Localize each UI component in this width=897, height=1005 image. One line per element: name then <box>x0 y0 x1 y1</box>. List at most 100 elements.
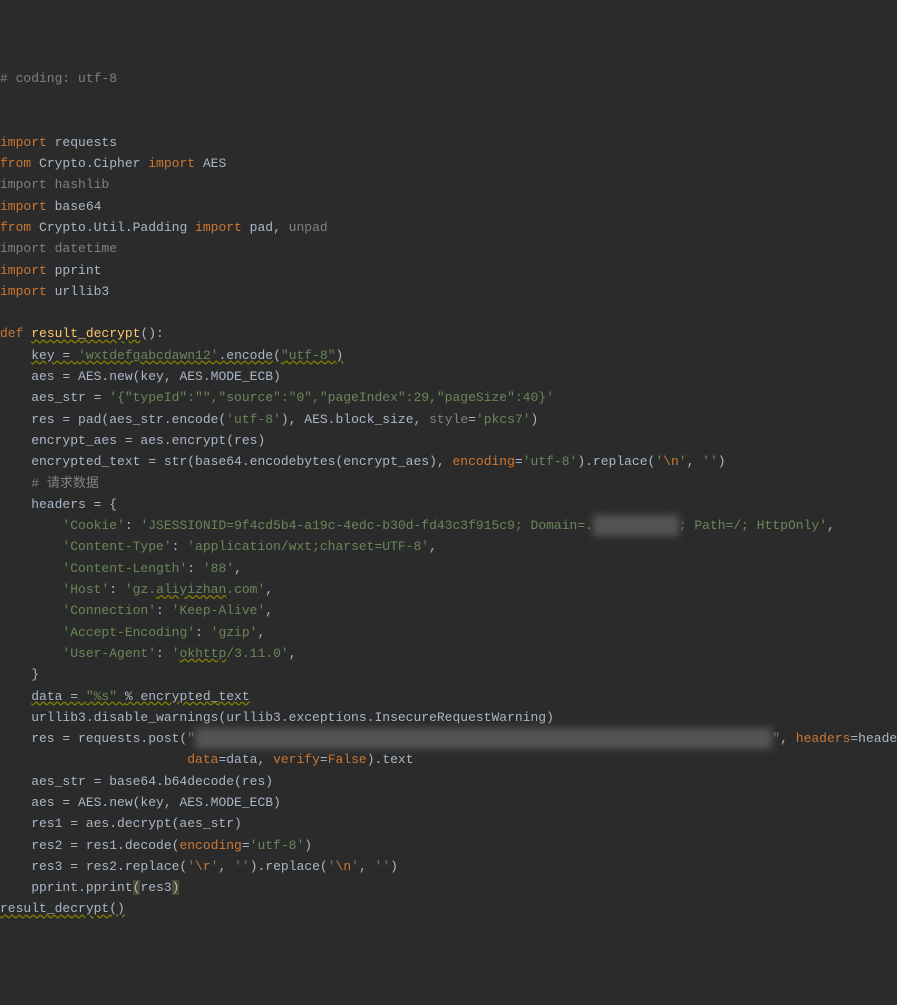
code-token: ( <box>133 880 141 895</box>
code-token: def <box>0 326 31 341</box>
code-line[interactable]: res = requests.post("xxxxxxxxxxxxxxxxxxx… <box>0 728 897 749</box>
code-token: ) <box>718 454 726 469</box>
code-token: res = requests.post( <box>0 731 187 746</box>
code-token <box>0 561 62 576</box>
code-line[interactable]: 'User-Agent': 'okhttp/3.11.0', <box>0 643 897 664</box>
code-line[interactable]: res1 = aes.decrypt(aes_str) <box>0 813 897 834</box>
code-token: : <box>156 646 172 661</box>
code-line[interactable]: import requests <box>0 132 897 153</box>
code-line[interactable]: 'Accept-Encoding': 'gzip', <box>0 622 897 643</box>
code-line[interactable]: # 请求数据 <box>0 473 897 494</box>
code-line[interactable]: encrypt_aes = aes.encrypt(res) <box>0 430 897 451</box>
code-line[interactable]: res2 = res1.decode(encoding='utf-8') <box>0 835 897 856</box>
code-token <box>0 476 31 491</box>
code-token: Crypto.Cipher <box>39 156 148 171</box>
code-token: '' <box>375 859 391 874</box>
code-token: pprint <box>55 263 102 278</box>
code-line[interactable]: 'Host': 'gz.aliyizhan.com', <box>0 579 897 600</box>
code-line[interactable] <box>0 110 897 131</box>
code-line[interactable]: res3 = res2.replace('\r', '').replace('\… <box>0 856 897 877</box>
code-line[interactable]: key = 'wxtdefgabcdawn12'.encode("utf-8") <box>0 345 897 366</box>
code-line[interactable]: 'Content-Type': 'application/wxt;charset… <box>0 536 897 557</box>
code-line[interactable]: urllib3.disable_warnings(urllib3.excepti… <box>0 707 897 728</box>
code-token: headers = { <box>0 497 117 512</box>
code-token: ) <box>304 838 312 853</box>
code-token: ' <box>655 454 663 469</box>
code-line[interactable]: result_decrypt() <box>0 898 897 919</box>
code-line[interactable]: import datetime <box>0 238 897 259</box>
code-token: ' <box>211 859 219 874</box>
code-line[interactable]: import urllib3 <box>0 281 897 302</box>
code-line[interactable]: 'Cookie': 'JSESSIONID=9f4cd5b4-a19c-4edc… <box>0 515 897 536</box>
code-token: base64 <box>55 199 102 214</box>
code-token: , <box>289 412 305 427</box>
code-token: from <box>0 156 39 171</box>
code-line[interactable]: aes = AES.new(key, AES.MODE_ECB) <box>0 366 897 387</box>
code-token: result_decrypt() <box>0 901 125 916</box>
code-token: : <box>187 561 203 576</box>
code-token: ' <box>187 859 195 874</box>
code-line[interactable]: data = "%s" % encrypted_text <box>0 686 897 707</box>
code-token: /3.11.0' <box>226 646 288 661</box>
code-line[interactable] <box>0 89 897 110</box>
code-token: 'gzip' <box>211 625 258 640</box>
code-token: data = <box>31 689 86 704</box>
code-token: : <box>172 539 188 554</box>
code-token: xxxxxxxxxxx <box>593 515 679 536</box>
code-token <box>0 625 62 640</box>
code-line[interactable] <box>0 302 897 323</box>
code-line[interactable]: 'Connection': 'Keep-Alive', <box>0 600 897 621</box>
code-token: ).replace( <box>577 454 655 469</box>
code-token: 'pkcs7' <box>476 412 531 427</box>
code-line[interactable]: from Crypto.Cipher import AES <box>0 153 897 174</box>
code-line[interactable]: import hashlib <box>0 174 897 195</box>
code-line[interactable]: aes_str = base64.b64decode(res) <box>0 771 897 792</box>
code-line[interactable]: aes = AES.new(key, AES.MODE_ECB) <box>0 792 897 813</box>
code-token: =headers <box>850 731 897 746</box>
code-token: 'application/wxt;charset=UTF-8' <box>187 539 429 554</box>
code-token: AES.MODE_ECB) <box>179 795 280 810</box>
code-token: "%s" <box>86 689 125 704</box>
code-token: res3 <box>140 880 171 895</box>
code-token: ' <box>351 859 359 874</box>
code-line[interactable]: 'Content-Length': '88', <box>0 558 897 579</box>
code-token: ) <box>336 348 344 363</box>
code-line[interactable]: res = pad(aes_str.encode('utf-8'), AES.b… <box>0 409 897 430</box>
code-token: .encode <box>218 348 273 363</box>
code-line[interactable]: pprint.pprint(res3) <box>0 877 897 898</box>
code-token: urllib3.disable_warnings(urllib3.excepti… <box>0 710 554 725</box>
code-token: aes = AES.new(key <box>0 795 164 810</box>
code-token: False <box>328 752 367 767</box>
code-token: .com' <box>226 582 265 597</box>
code-token: 'utf-8' <box>523 454 578 469</box>
code-line[interactable]: encrypted_text = str(base64.encodebytes(… <box>0 451 897 472</box>
code-line[interactable]: headers = { <box>0 494 897 515</box>
code-line[interactable]: data=data, verify=False).text <box>0 749 897 770</box>
code-token: , <box>257 625 265 640</box>
code-token: , <box>234 561 242 576</box>
code-token: 'Cookie' <box>62 518 124 533</box>
code-line[interactable]: def result_decrypt(): <box>0 323 897 344</box>
code-token: =data <box>218 752 257 767</box>
code-line[interactable]: } <box>0 664 897 685</box>
code-token: encrypted_text = <box>0 454 164 469</box>
code-line[interactable]: import base64 <box>0 196 897 217</box>
code-token: = <box>468 412 476 427</box>
code-line[interactable]: # coding: utf-8 <box>0 68 897 89</box>
code-token: \n <box>336 859 352 874</box>
code-line[interactable]: import pprint <box>0 260 897 281</box>
code-line[interactable]: aes_str = '{"typeId":"","source":"0","pa… <box>0 387 897 408</box>
code-token: (base64.encodebytes(encrypt_aes) <box>187 454 437 469</box>
code-token: import hashlib <box>0 177 109 192</box>
code-token: encoding <box>179 838 241 853</box>
code-token: 'Connection' <box>62 603 156 618</box>
code-token: ) <box>531 412 539 427</box>
code-token: , <box>437 454 453 469</box>
code-line[interactable]: from Crypto.Util.Padding import pad, unp… <box>0 217 897 238</box>
code-editor[interactable]: # coding: utf-8 import requestsfrom Cryp… <box>0 64 897 920</box>
code-token: , <box>257 752 273 767</box>
code-token: , <box>780 731 796 746</box>
code-token: pad <box>250 220 273 235</box>
code-token: , <box>265 603 273 618</box>
code-token: "utf-8" <box>281 348 336 363</box>
